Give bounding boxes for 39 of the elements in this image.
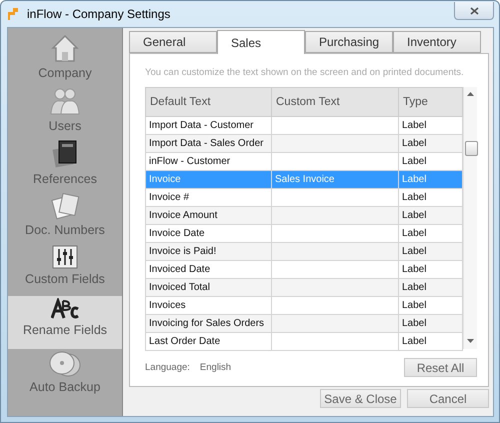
people-icon	[49, 86, 81, 116]
scrollbar[interactable]	[463, 87, 477, 349]
tab[interactable]: Sales	[217, 30, 305, 54]
tab[interactable]: General	[129, 31, 217, 53]
column-header[interactable]: Default Text	[146, 88, 272, 116]
scroll-down-icon	[467, 339, 474, 343]
sidebar-item-label: Auto Backup	[30, 380, 100, 394]
abc-letters-icon	[51, 298, 79, 320]
close-icon	[470, 6, 478, 14]
sidebar-item-label: Doc. Numbers	[25, 223, 105, 237]
sidebar-item[interactable]: Rename Fields	[8, 296, 122, 349]
sidebar-item-label: Company	[38, 66, 92, 80]
disc-icon	[48, 351, 82, 377]
documents-icon	[50, 192, 80, 220]
language-label: Language:	[145, 362, 190, 373]
sidebar-item-label: References	[33, 172, 97, 186]
language-value: English	[200, 362, 232, 373]
sliders-icon	[52, 245, 78, 269]
sidebar-item-label: Rename Fields	[22, 323, 108, 337]
scrollbar-thumb[interactable]	[465, 141, 478, 156]
book-icon	[51, 139, 79, 169]
sidebar-item-label: Custom Fields	[25, 272, 105, 286]
table-cell[interactable]: Label	[398, 332, 462, 350]
cancel-button[interactable]: Cancel	[407, 389, 489, 408]
table-cell[interactable]: Last Order Date	[146, 332, 272, 350]
save-close-button[interactable]: Save & Close	[320, 389, 401, 408]
tab[interactable]: Purchasing	[305, 31, 393, 53]
column-header[interactable]: Custom Text	[272, 88, 398, 116]
table-cell[interactable]	[272, 332, 398, 350]
sidebar-item-label: Users	[48, 119, 82, 133]
column-header[interactable]: Type	[398, 88, 462, 116]
scroll-up-icon	[467, 92, 474, 96]
house-icon	[50, 33, 80, 63]
reset-all-button[interactable]: Reset All	[404, 358, 477, 377]
hint-text: You can customize the text shown on the screen and on printed documents.	[145, 67, 465, 78]
close-button[interactable]	[454, 2, 494, 20]
tab[interactable]: Inventory	[393, 31, 481, 53]
window-title: inFlow - Company Settings	[27, 7, 172, 21]
app-logo-icon	[7, 7, 21, 21]
